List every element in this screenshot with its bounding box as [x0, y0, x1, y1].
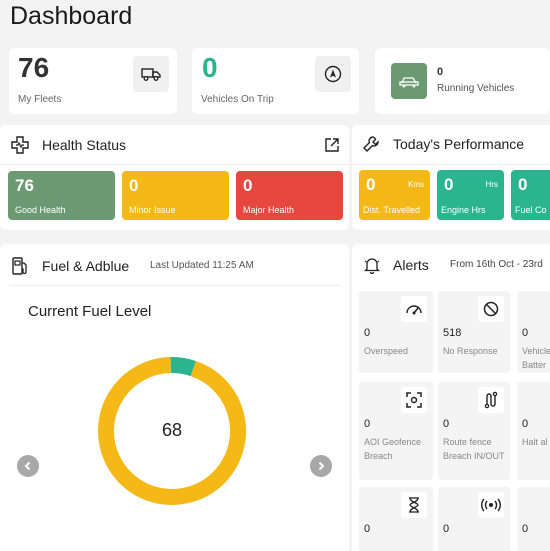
engine-hours-label: Engine Hrs: [441, 205, 486, 215]
divider: [0, 164, 349, 165]
hourglass-icon: [401, 492, 427, 518]
aoi-geofence-count: 0: [364, 418, 371, 430]
kpi-running-vehicles[interactable]: 0 Running Vehicles: [375, 48, 550, 114]
divider: [10, 285, 340, 286]
fuel-consumption-value: 0: [518, 175, 528, 194]
alert-other[interactable]: 0: [517, 487, 550, 551]
alert-aoi-geofence[interactable]: 0 AOI Geofence Breach: [359, 382, 433, 480]
alert-signal[interactable]: 0: [438, 487, 510, 551]
good-health-label: Good Health: [15, 205, 66, 215]
fuel-consumption-label: Fuel Co: [515, 205, 547, 215]
alerts-title: Alerts: [393, 257, 429, 273]
fuel-adblue-panel: Fuel & Adblue Last Updated 11:25 AM Curr…: [0, 244, 349, 551]
fuel-pump-icon: [10, 256, 30, 276]
halt-count: 0: [522, 418, 529, 430]
alert-overspeed[interactable]: 0 Overspeed: [359, 291, 433, 373]
tile-minor-issue[interactable]: 0 Minor Issue: [122, 171, 229, 220]
vehicle-battery-count: 0: [522, 327, 529, 339]
performance-title: Today's Performance: [393, 136, 525, 152]
on-trip-count: 0: [202, 52, 218, 83]
kpi-my-fleets[interactable]: 76 My Fleets: [9, 48, 177, 114]
bell-icon: [362, 255, 382, 275]
distance-value: 0: [366, 175, 376, 194]
fuel-chart-title: Current Fuel Level: [28, 303, 152, 320]
route-fence-label: Route fence Breach IN/OUT: [443, 437, 505, 461]
navigation-icon: [315, 56, 351, 92]
signal-count: 0: [443, 523, 450, 535]
page-title: Dashboard: [10, 2, 133, 30]
overspeed-label: Overspeed: [364, 346, 409, 356]
minor-issue-label: Minor Issue: [129, 205, 176, 215]
alert-idle[interactable]: 0: [359, 487, 433, 551]
alert-halt[interactable]: 0 Halt al: [517, 382, 550, 480]
no-response-label: No Response: [443, 346, 498, 356]
alert-route-fence[interactable]: 0 Route fence Breach IN/OUT: [438, 382, 510, 480]
chevron-right-icon: [318, 461, 325, 471]
aoi-geofence-label: AOI Geofence Breach: [364, 437, 422, 461]
alerts-date-range: From 16th Oct - 23rd: [450, 259, 543, 270]
running-count: 0: [437, 66, 444, 78]
tile-major-health[interactable]: 0 Major Health: [236, 171, 343, 220]
engine-hours-value: 0: [444, 175, 454, 194]
performance-panel: Today's Performance 0 Kms Dist. Travelle…: [352, 125, 550, 230]
alert-vehicle-battery[interactable]: 0 Vehicle Batter: [517, 291, 550, 373]
running-label: Running Vehicles: [437, 83, 515, 94]
car-icon: [391, 63, 427, 99]
overspeed-count: 0: [364, 327, 371, 339]
donut-slice-1: [170, 357, 196, 377]
kpi-vehicles-on-trip[interactable]: 0 Vehicles On Trip: [192, 48, 359, 114]
idle-count: 0: [364, 523, 371, 535]
signal-icon: [478, 492, 504, 518]
my-fleets-label: My Fleets: [18, 94, 62, 105]
minor-issue-count: 0: [129, 176, 139, 195]
other-count: 0: [522, 523, 529, 535]
no-response-count: 518: [443, 327, 462, 339]
alerts-panel: Alerts From 16th Oct - 23rd 0 Overspeed …: [352, 244, 550, 551]
major-health-count: 0: [243, 176, 253, 195]
tile-engine-hours[interactable]: 0 Hrs Engine Hrs: [437, 170, 504, 220]
tile-good-health[interactable]: 76 Good Health: [8, 171, 115, 220]
major-health-label: Major Health: [243, 205, 295, 215]
truck-icon: [133, 56, 169, 92]
on-trip-label: Vehicles On Trip: [201, 94, 274, 105]
engine-hours-unit: Hrs: [485, 180, 498, 189]
tile-distance-travelled[interactable]: 0 Kms Dist. Travelled: [359, 170, 430, 220]
wrench-icon: [361, 134, 381, 154]
last-updated: Last Updated 11:25 AM: [150, 260, 254, 271]
vehicle-battery-label: Vehicle Batter: [522, 346, 550, 370]
halt-label: Halt al: [522, 437, 548, 447]
route-fence-count: 0: [443, 418, 450, 430]
fuel-level-value: 68: [161, 420, 183, 440]
good-health-count: 76: [15, 176, 34, 195]
speedometer-icon: [401, 296, 427, 322]
alert-no-response[interactable]: 518 No Response: [438, 291, 510, 373]
my-fleets-count: 76: [18, 52, 50, 83]
next-button[interactable]: [310, 455, 332, 477]
fuel-adblue-title: Fuel & Adblue: [42, 258, 130, 274]
distance-label: Dist. Travelled: [363, 205, 421, 215]
chevron-left-icon: [24, 461, 31, 471]
divider: [352, 164, 550, 165]
health-status-title: Health Status: [42, 137, 127, 153]
medical-cross-icon: [10, 135, 30, 155]
route-icon: [478, 387, 504, 413]
external-link-icon[interactable]: [322, 135, 342, 155]
tile-fuel-consumption[interactable]: 0 Fuel Co: [511, 170, 550, 220]
no-entry-icon: [478, 296, 504, 322]
geofence-icon: [401, 387, 427, 413]
distance-unit: Kms: [408, 180, 424, 189]
health-status-panel: Health Status 76 Good Health 0 Minor Iss…: [0, 125, 349, 230]
prev-button[interactable]: [17, 455, 39, 477]
